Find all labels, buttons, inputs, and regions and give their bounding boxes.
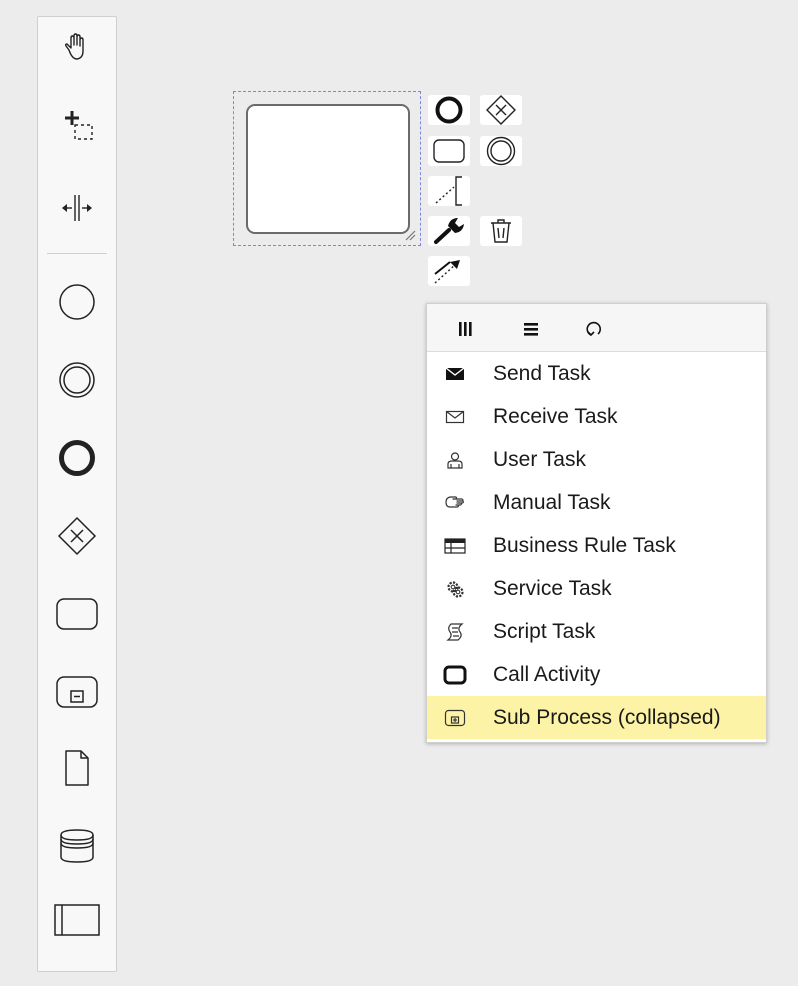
menu-item-label: Send Task: [493, 361, 591, 385]
create-pool[interactable]: [38, 893, 116, 947]
text-annotation-shape[interactable]: [246, 104, 410, 234]
menu-item-send-task[interactable]: Send Task: [427, 352, 766, 395]
script-task-icon: [443, 620, 467, 644]
call-activity-icon: [443, 663, 467, 687]
exclusive-gateway-icon: [486, 95, 516, 125]
menu-item-label: Receive Task: [493, 404, 618, 428]
create-data-store[interactable]: [38, 819, 116, 873]
create-intermediate-event[interactable]: [38, 353, 116, 407]
subprocess-collapsed-icon: [443, 706, 467, 730]
resize-grip-icon[interactable]: [404, 229, 416, 241]
create-subprocess[interactable]: [38, 665, 116, 719]
exclusive-gateway-icon: [57, 516, 97, 556]
menu-item-user-task[interactable]: User Task: [427, 438, 766, 481]
space-tool[interactable]: [38, 183, 116, 233]
replace-menu: Send Task Receive Task User Task Manual …: [426, 303, 767, 743]
menu-item-call-activity[interactable]: Call Activity: [427, 653, 766, 696]
create-task[interactable]: [38, 587, 116, 641]
replace[interactable]: [426, 214, 472, 248]
text-annotation-icon: [435, 176, 462, 206]
menu-item-label: Sub Process (collapsed): [493, 705, 721, 729]
replace-menu-header: [427, 304, 766, 352]
selected-element-outline[interactable]: [233, 91, 421, 246]
menu-item-label: Script Task: [493, 619, 596, 643]
receive-task-icon: [443, 405, 467, 429]
menu-item-label: Service Task: [493, 576, 612, 600]
parallel-mi-marker-icon: [459, 322, 472, 336]
end-event-icon: [59, 440, 95, 476]
delete[interactable]: [478, 214, 524, 248]
create-start-event[interactable]: [38, 275, 116, 329]
trash-icon: [491, 219, 511, 243]
create-data-object[interactable]: [38, 741, 116, 795]
menu-item-label: Call Activity: [493, 662, 601, 686]
append-text-annotation[interactable]: [426, 174, 472, 208]
end-event-icon: [435, 96, 463, 124]
toggle-loop[interactable]: [577, 314, 613, 344]
append-intermediate-event[interactable]: [478, 134, 524, 168]
toggle-parallel-multi-instance[interactable]: [447, 314, 483, 344]
menu-item-sub-process-collapsed[interactable]: Sub Process (collapsed): [427, 696, 766, 739]
append-gateway[interactable]: [478, 93, 524, 127]
menu-item-receive-task[interactable]: Receive Task: [427, 395, 766, 438]
data-object-icon: [65, 750, 89, 786]
task-icon: [56, 598, 98, 630]
service-task-icon: [443, 577, 467, 601]
menu-item-label: Manual Task: [493, 490, 611, 514]
lasso-icon: [65, 111, 93, 140]
user-task-icon: [443, 448, 467, 472]
connection-icon: [434, 260, 460, 284]
create-end-event[interactable]: [38, 431, 116, 485]
append-end-event[interactable]: [426, 93, 472, 127]
connect[interactable]: [426, 254, 472, 288]
wrench-icon: [434, 218, 464, 244]
palette-separator: [47, 253, 107, 254]
menu-item-business-rule-task[interactable]: Business Rule Task: [427, 524, 766, 567]
task-icon: [433, 139, 465, 163]
create-gateway[interactable]: [38, 509, 116, 563]
menu-item-script-task[interactable]: Script Task: [427, 610, 766, 653]
loop-marker-icon: [586, 321, 601, 337]
menu-item-manual-task[interactable]: Manual Task: [427, 481, 766, 524]
space-tool-icon: [62, 195, 92, 221]
sequential-mi-marker-icon: [524, 323, 538, 336]
append-task[interactable]: [426, 134, 472, 168]
start-event-icon: [59, 284, 95, 320]
tool-palette: [37, 16, 117, 972]
hand-tool[interactable]: [38, 23, 116, 73]
send-task-icon: [443, 362, 467, 386]
menu-item-label: Business Rule Task: [493, 533, 676, 557]
business-rule-task-icon: [443, 534, 467, 558]
intermediate-event-icon: [486, 136, 516, 166]
intermediate-event-icon: [59, 362, 95, 398]
menu-item-service-task[interactable]: Service Task: [427, 567, 766, 610]
participant-icon: [54, 904, 100, 936]
subprocess-collapsed-icon: [56, 676, 98, 708]
manual-task-icon: [443, 491, 467, 515]
data-store-icon: [60, 829, 94, 863]
lasso-tool[interactable]: [38, 101, 116, 151]
menu-item-label: User Task: [493, 447, 586, 471]
toggle-sequential-multi-instance[interactable]: [513, 314, 549, 344]
hand-icon: [64, 33, 84, 60]
